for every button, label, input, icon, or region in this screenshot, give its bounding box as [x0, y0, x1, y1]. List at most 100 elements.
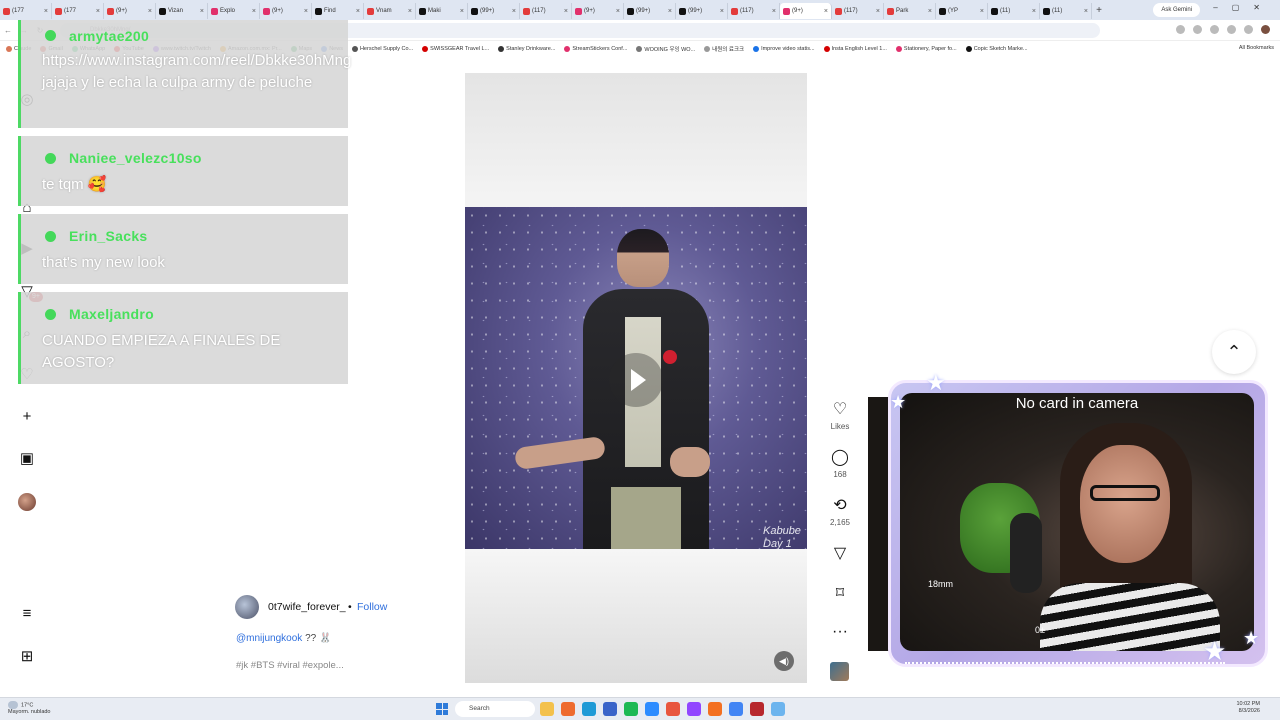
- app-icon[interactable]: [771, 702, 785, 716]
- system-clock[interactable]: 10:02 PM 8/3/2026: [1236, 701, 1260, 715]
- video-player[interactable]: Kabube Day 1 08: [465, 207, 807, 549]
- close-tab-icon[interactable]: ×: [564, 8, 568, 15]
- volume-icon[interactable]: ◀): [774, 651, 794, 671]
- post-author-avatar[interactable]: [235, 595, 259, 619]
- extension-icon[interactable]: [1227, 25, 1236, 34]
- send-icon[interactable]: ▽: [822, 544, 858, 564]
- repost-icon[interactable]: ⟲: [822, 496, 858, 516]
- play-icon[interactable]: [609, 353, 663, 407]
- bookmark-item[interactable]: Insta English Level 1...: [823, 46, 887, 52]
- browser-tab[interactable]: Find ×: [312, 3, 364, 19]
- close-tab-icon[interactable]: ×: [980, 8, 984, 15]
- close-tab-icon[interactable]: ×: [408, 8, 412, 15]
- browser-tab[interactable]: (11) ×: [988, 3, 1040, 19]
- save-action[interactable]: ⌑: [822, 584, 858, 604]
- back-icon[interactable]: ←: [0, 26, 16, 35]
- close-tab-icon[interactable]: ×: [96, 8, 100, 15]
- create-plus-icon[interactable]: +: [18, 408, 36, 426]
- windows-start-icon[interactable]: [436, 703, 448, 715]
- ask-gemini-button[interactable]: Ask Gemini: [1153, 3, 1200, 17]
- close-tab-icon[interactable]: ×: [720, 8, 724, 15]
- post-hashtags[interactable]: #jk #BTS #viral #expole...: [236, 660, 344, 671]
- close-tab-icon[interactable]: ×: [824, 8, 828, 15]
- browser-tab[interactable]: (9+) ×: [572, 3, 624, 19]
- browser-tab[interactable]: Explo ×: [208, 3, 260, 19]
- browser-tab[interactable]: Park ×: [884, 3, 936, 19]
- insights-icon[interactable]: ▣: [18, 450, 36, 468]
- comment-icon[interactable]: ◯: [822, 448, 858, 468]
- bookmark-item[interactable]: Stanley Drinkware...: [498, 46, 555, 52]
- close-tab-icon[interactable]: ×: [1032, 8, 1036, 15]
- twitch-icon[interactable]: [687, 702, 701, 716]
- close-tab-icon[interactable]: ×: [44, 8, 48, 15]
- browser-tab[interactable]: Vizan ×: [156, 3, 208, 19]
- scroll-up-button[interactable]: ⌃: [1212, 330, 1256, 374]
- audio-thumbnail[interactable]: [830, 662, 849, 681]
- bookmark-item[interactable]: Stationery, Paper fo...: [895, 46, 957, 52]
- bookmark-item[interactable]: 내원의 료크크: [704, 45, 744, 53]
- more-action[interactable]: ···: [822, 622, 858, 642]
- cast-icon[interactable]: [1193, 25, 1202, 34]
- share-action[interactable]: ▽: [822, 544, 858, 564]
- bookmark-item[interactable]: StreamStickers Conf...: [564, 46, 627, 52]
- follow-button[interactable]: Follow: [357, 601, 387, 613]
- browser-tab[interactable]: Vnam ×: [364, 3, 416, 19]
- browser-tab[interactable]: (9+) ×: [260, 3, 312, 19]
- bookmark-item[interactable]: WOOING 우잉 WO...: [636, 45, 695, 53]
- bookmark-item[interactable]: SWISSGEAR Travel L...: [422, 46, 489, 52]
- browser-tab[interactable]: (99+) ×: [676, 3, 728, 19]
- close-tab-icon[interactable]: ×: [512, 8, 516, 15]
- star-icon[interactable]: [1210, 25, 1219, 34]
- bookmark-item[interactable]: Herschel Supply Co...: [351, 46, 413, 52]
- new-tab-icon[interactable]: +: [1092, 5, 1106, 16]
- post-author-username[interactable]: 0t7wife_forever_: [268, 601, 346, 613]
- extensions-puzzle-icon[interactable]: [1244, 25, 1253, 34]
- browser-tab[interactable]: Maki ×: [416, 3, 468, 19]
- browser-tab[interactable]: (99+) ×: [624, 3, 676, 19]
- profile-avatar[interactable]: [1261, 25, 1270, 34]
- caption-mention[interactable]: @mnijungkook: [236, 633, 302, 644]
- heart-icon[interactable]: ♡: [822, 400, 858, 420]
- browser-tab[interactable]: (99+) ×: [468, 3, 520, 19]
- app-icon[interactable]: [750, 702, 764, 716]
- browser-tab[interactable]: (9+) ×: [780, 3, 832, 19]
- weather-widget[interactable]: 17°C Mayorm. nublado: [8, 701, 51, 716]
- taskbar-search[interactable]: Search: [455, 701, 535, 717]
- comment-action[interactable]: ◯ 168: [822, 448, 858, 479]
- vlc-icon[interactable]: [708, 702, 722, 716]
- browser-tab[interactable]: (9+) ×: [104, 3, 156, 19]
- close-tab-icon[interactable]: ×: [252, 8, 256, 15]
- more-apps-icon[interactable]: ⊞: [18, 648, 36, 666]
- browser-tab[interactable]: (177 ×: [0, 3, 52, 19]
- like-action[interactable]: ♡ Likes: [822, 400, 858, 431]
- app-icon[interactable]: [666, 702, 680, 716]
- browser-tab[interactable]: (11) ×: [1040, 3, 1092, 19]
- profile-avatar-nav[interactable]: [18, 493, 36, 511]
- close-tab-icon[interactable]: ×: [928, 8, 932, 15]
- bookmark-item[interactable]: Copic Sketch Marke...: [965, 46, 1028, 52]
- close-tab-icon[interactable]: ×: [1084, 8, 1088, 15]
- close-tab-icon[interactable]: ×: [148, 8, 152, 15]
- app-icon[interactable]: [561, 702, 575, 716]
- close-tab-icon[interactable]: ×: [356, 8, 360, 15]
- close-tab-icon[interactable]: ×: [304, 8, 308, 15]
- browser-tab[interactable]: (117) ×: [832, 3, 884, 19]
- zoom-icon[interactable]: [1176, 25, 1185, 34]
- edge-icon[interactable]: [582, 702, 596, 716]
- chrome-icon[interactable]: [729, 702, 743, 716]
- menu-icon[interactable]: ≡: [18, 605, 36, 623]
- zoom-app-icon[interactable]: [645, 702, 659, 716]
- file-explorer-icon[interactable]: [540, 702, 554, 716]
- window-controls[interactable]: –▢✕: [1213, 3, 1274, 12]
- close-tab-icon[interactable]: ×: [616, 8, 620, 15]
- close-tab-icon[interactable]: ×: [200, 8, 204, 15]
- close-tab-icon[interactable]: ×: [772, 8, 776, 15]
- repost-action[interactable]: ⟲ 2,165: [822, 496, 858, 527]
- browser-tab[interactable]: (117) ×: [728, 3, 780, 19]
- bookmark-icon[interactable]: ⌑: [822, 584, 858, 604]
- close-tab-icon[interactable]: ×: [460, 8, 464, 15]
- browser-tab[interactable]: (117) ×: [520, 3, 572, 19]
- more-icon[interactable]: ···: [822, 622, 858, 642]
- store-icon[interactable]: [603, 702, 617, 716]
- browser-tab[interactable]: (YP ×: [936, 3, 988, 19]
